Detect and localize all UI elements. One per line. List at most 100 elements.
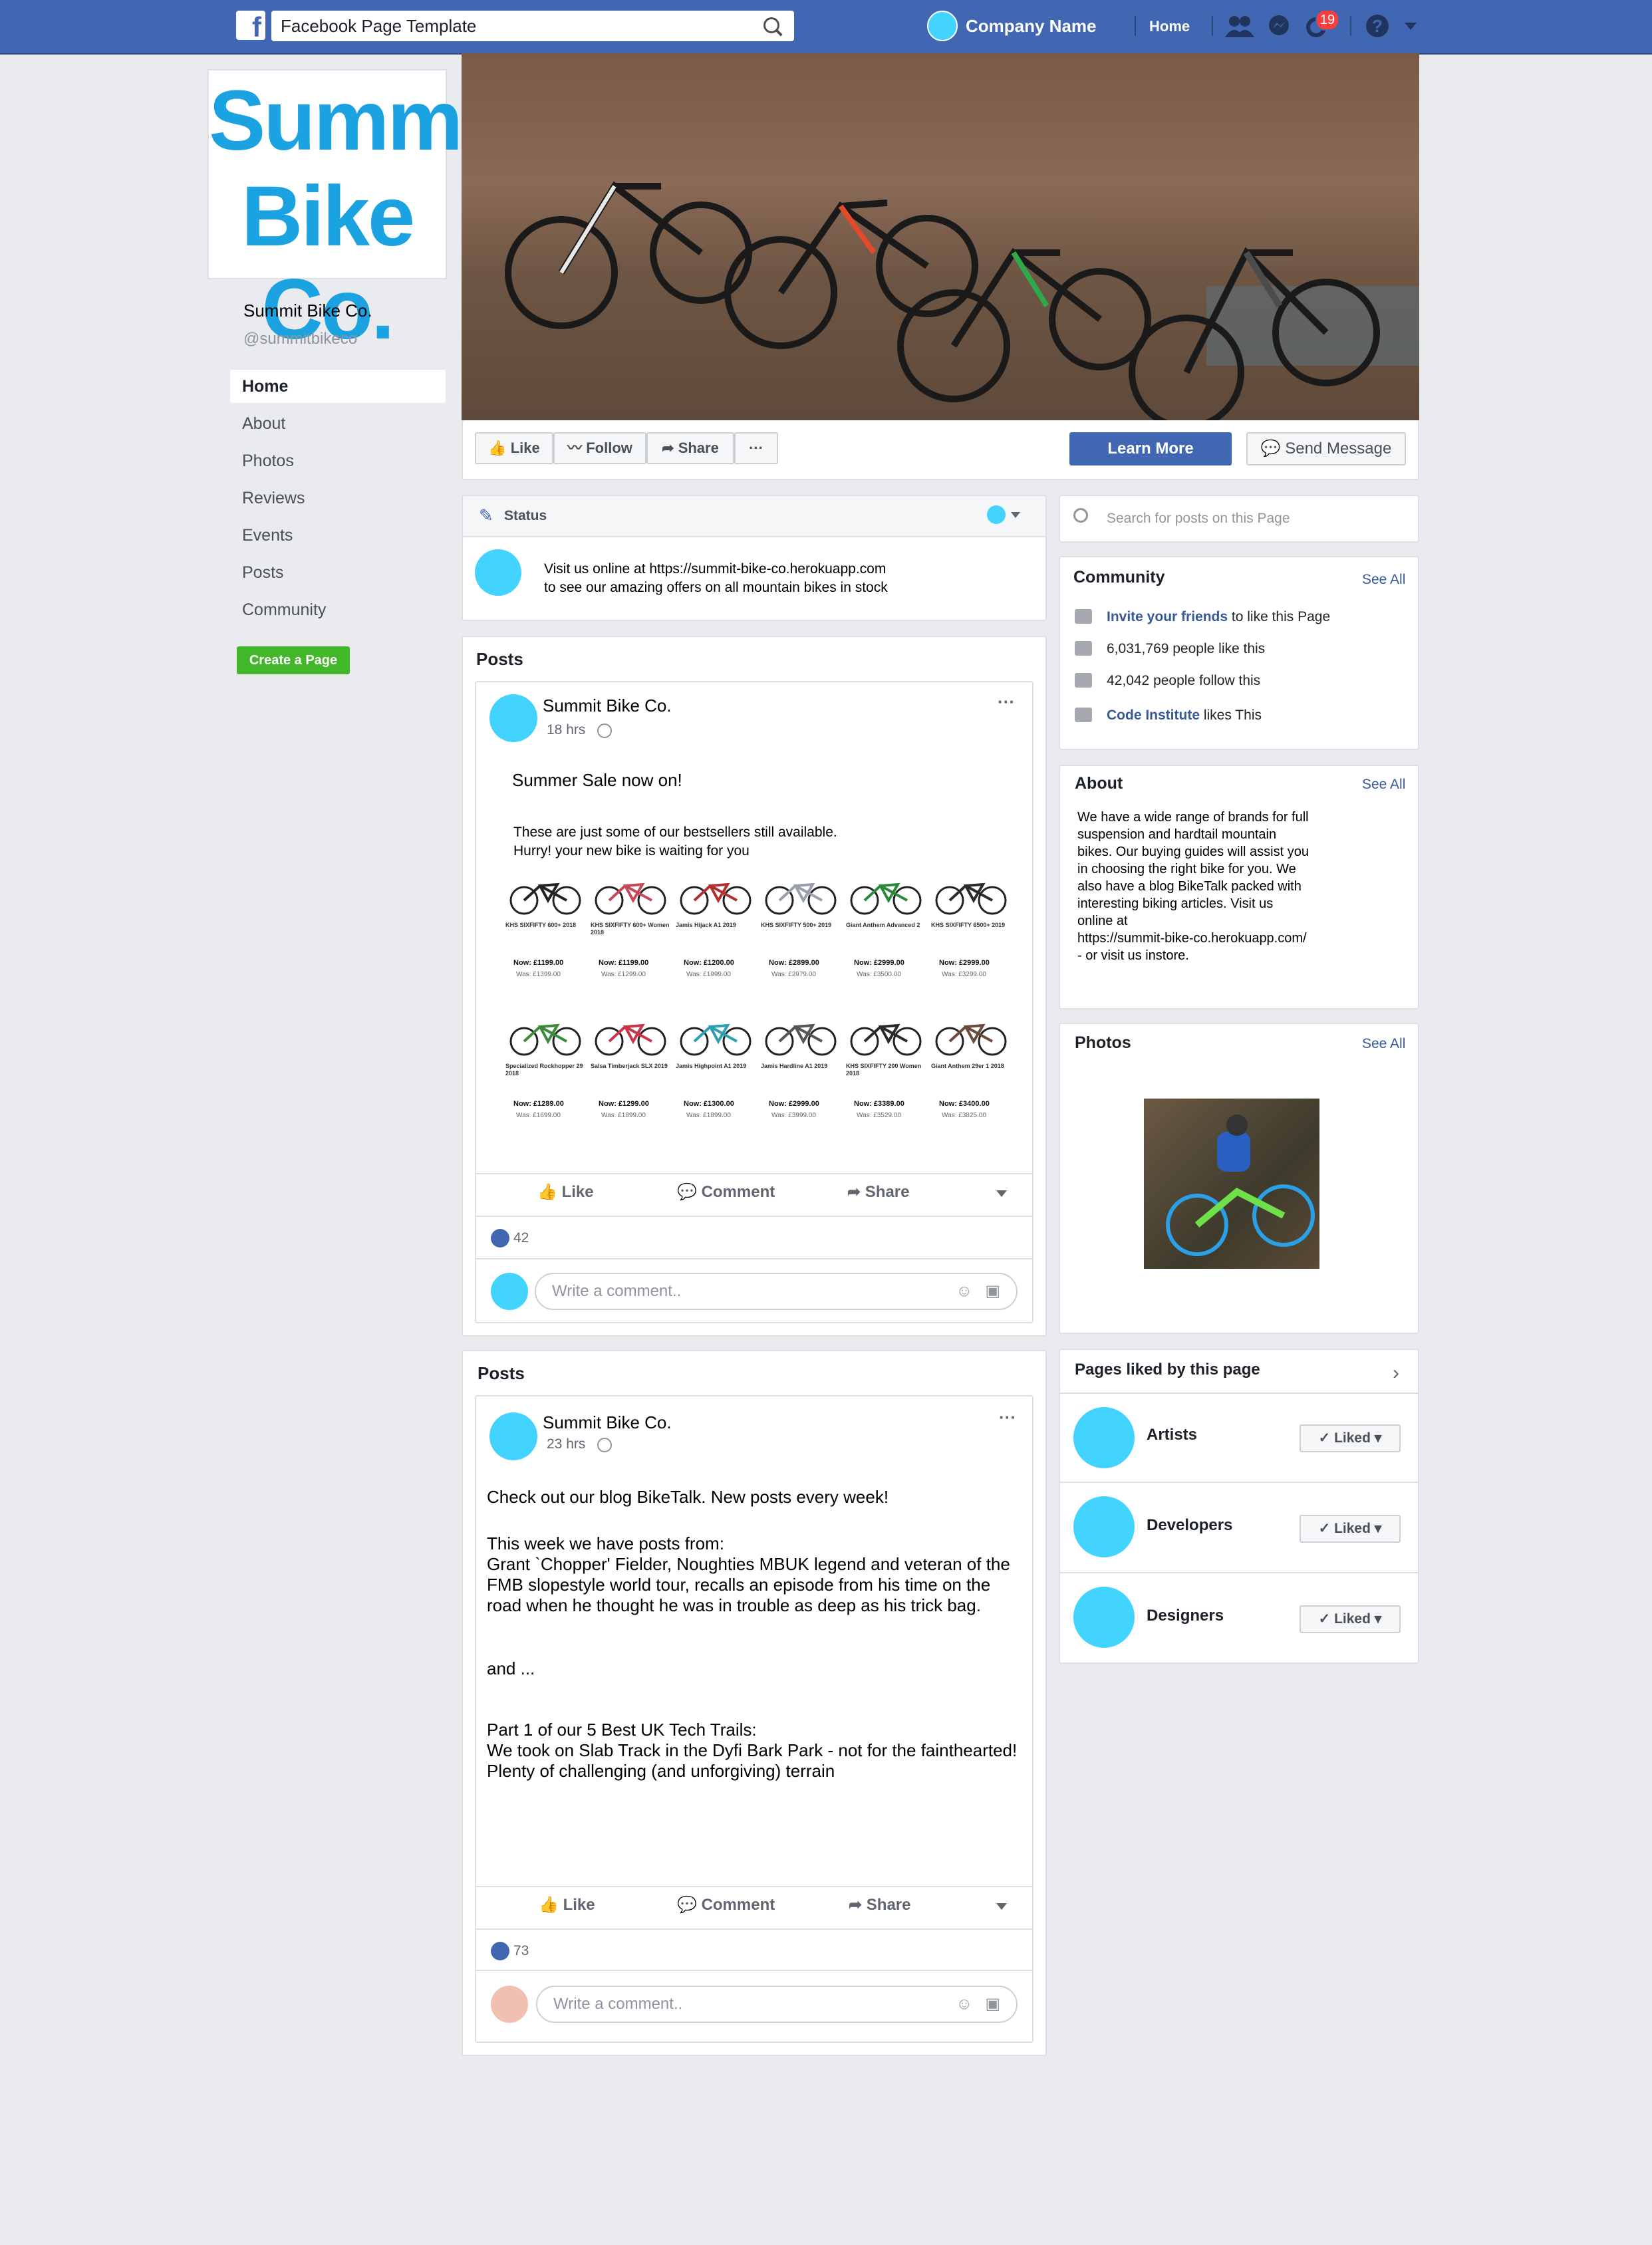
sticker-icon[interactable]: ▣ [985,1274,1000,1309]
emoji-icon[interactable]: ☺ [956,1274,972,1309]
product-tile[interactable]: KHS SIXFIFTY 6500+ 2019 Now: £2999.00 Was:… [931,874,1011,997]
post-likes-count[interactable]: 42 [513,1230,529,1246]
product-tile[interactable]: Jamis Hijack A1 2019 Now: £1200.00 Was: £1… [676,874,756,997]
post-line: Plenty of challenging (and unforgiving) … [487,1761,835,1781]
product-tile[interactable]: KHS SIXFIFTY 500+ 2019 Now: £2899.00 Was: … [761,874,841,997]
liked-button-designers[interactable]: ✓ Liked ▾ [1300,1605,1401,1633]
chevron-down-icon[interactable] [1011,512,1020,518]
post-likes-count[interactable]: 73 [513,1943,529,1959]
product-tile[interactable]: Jamis Highpoint A1 2019 Now: £1300.00 Was:… [676,1015,756,1138]
post-timestamp[interactable]: 18 hrs [547,722,585,738]
liked-button-developers[interactable]: ✓ Liked ▾ [1300,1515,1401,1543]
community-see-all-link[interactable]: See All [1362,572,1405,588]
photos-see-all-link[interactable]: See All [1362,1036,1405,1052]
more-options-button[interactable]: ··· [734,432,778,464]
sidebar-item-photos[interactable]: Photos [230,444,446,477]
company-name-link[interactable]: Company Name [966,16,1097,37]
like-page-label: Like [510,440,540,456]
like-reaction-icon[interactable] [491,1229,509,1248]
company-avatar[interactable] [927,11,958,41]
post-like-button[interactable]: 👍 Like [539,1895,595,1915]
code-institute-link[interactable]: Code Institute [1107,708,1200,723]
product-now-price: Now: £2899.00 [769,959,819,967]
post-author-avatar[interactable] [489,694,537,742]
create-page-button[interactable]: Create a Page [237,646,350,674]
liked-page-name-developers[interactable]: Developers [1147,1516,1232,1535]
notifications-badge: 19 [1315,9,1339,31]
cover-photo[interactable] [462,53,1419,420]
comment-input[interactable]: Write a comment.. ☺ ▣ [535,1273,1018,1310]
sidebar-item-community[interactable]: Community [230,593,446,626]
page-likes-count[interactable]: 6,031,769 people like this [1107,641,1265,657]
learn-more-button[interactable]: Learn More [1069,432,1232,465]
photo-thumbnail[interactable] [1144,1099,1319,1269]
post-share-button[interactable]: ➦ Share [847,1182,909,1202]
product-tile[interactable]: Specialized Rockhopper 29 2018 Now: £1289… [505,1015,585,1138]
liked-page-avatar[interactable] [1073,1407,1135,1468]
divider [1135,16,1136,36]
product-now-price: Now: £1200.00 [684,959,734,967]
product-name: Jamis Highpoint A1 2019 [676,1063,747,1069]
post-author-name[interactable]: Summit Bike Co. [543,1412,672,1433]
post-comment-button[interactable]: 💬 Comment [677,1895,775,1915]
follow-page-button[interactable]: 〰 Follow [553,432,646,464]
share-page-button[interactable]: ➦ Share [646,432,734,464]
sidebar-item-posts[interactable]: Posts [230,556,446,589]
status-audience-avatar[interactable] [987,505,1006,524]
about-title: About [1075,774,1123,793]
liked-page-name-artists[interactable]: Artists [1147,1426,1197,1444]
product-tile[interactable]: Jamis Hardline A1 2019 Now: £2999.00 Was: … [761,1015,841,1138]
help-icon[interactable]: ? [1366,15,1389,37]
sidebar-item-events[interactable]: Events [230,519,446,552]
post-options-icon[interactable]: ··· [998,692,1015,712]
home-link[interactable]: Home [1149,18,1190,35]
sidebar-item-about[interactable]: About [230,407,446,440]
like-reaction-icon[interactable] [491,1942,509,1960]
post-options-icon[interactable]: ··· [999,1407,1016,1428]
like-page-button[interactable]: 👍 Like [475,432,553,464]
liked-page-avatar[interactable] [1073,1496,1135,1557]
pencil-icon: ✎ [479,505,493,525]
emoji-icon[interactable]: ☺ [956,1987,972,2022]
status-text[interactable]: Visit us online at https://summit-bike-c… [544,560,888,597]
comment-input[interactable]: Write a comment.. ☺ ▣ [536,1986,1018,2023]
send-message-button[interactable]: 💬 Send Message [1246,432,1406,465]
chevron-down-icon[interactable] [996,1190,1007,1197]
friend-requests-icon[interactable] [1225,15,1254,37]
liked-page-name-designers[interactable]: Designers [1147,1607,1224,1625]
liked-label: Liked [1334,1430,1371,1446]
product-tile[interactable]: Salsa Timberjack SLX 2019 Now: £1299.00 Wa… [591,1015,670,1138]
product-tile[interactable]: KHS SIXFIFTY 600+ Women 2018 Now: £1199.0… [591,874,670,997]
page-follows-count[interactable]: 42,042 people follow this [1107,673,1260,689]
page-post-search[interactable]: Search for posts on this Page [1059,495,1419,543]
post-timestamp[interactable]: 23 hrs [547,1436,585,1452]
post-author-avatar[interactable] [489,1412,537,1460]
status-tab[interactable]: Status [504,508,547,524]
product-grid-image[interactable]: KHS SIXFIFTY 600+ 2018 Now: £1199.00 Was: … [505,874,1024,1153]
product-tile[interactable]: Giant Anthem 29er 1 2018 Now: £3400.00 Was… [931,1015,1011,1138]
chevron-right-icon[interactable]: › [1393,1362,1399,1385]
about-see-all-link[interactable]: See All [1362,777,1405,793]
chevron-down-icon[interactable] [996,1903,1007,1910]
product-tile[interactable]: KHS SIXFIFTY 600+ 2018 Now: £1199.00 Was: … [505,874,585,997]
liked-page-avatar[interactable] [1073,1587,1135,1648]
liked-button-artists[interactable]: ✓ Liked ▾ [1300,1424,1401,1452]
sidebar-item-home[interactable]: Home [230,370,446,403]
facebook-logo-icon[interactable]: f [236,11,265,40]
post-comment-button[interactable]: 💬 Comment [677,1182,775,1202]
comment-placeholder: Write a comment.. [552,1282,682,1300]
sticker-icon[interactable]: ▣ [985,1987,1000,2022]
post-like-button[interactable]: 👍 Like [537,1182,594,1202]
messenger-icon[interactable] [1268,15,1290,37]
post-author-name[interactable]: Summit Bike Co. [543,696,672,716]
invite-friends-link[interactable]: Invite your friends [1107,609,1228,624]
sidebar-item-reviews[interactable]: Reviews [230,481,446,515]
search-icon[interactable] [763,17,779,33]
product-tile[interactable]: Giant Anthem Advanced 2 Now: £2999.00 Was:… [846,874,926,997]
follow-page-label: Follow [586,440,632,456]
account-menu-caret-icon[interactable] [1405,23,1417,30]
post-share-button[interactable]: ➦ Share [849,1895,910,1915]
search-input[interactable]: Facebook Page Template [271,11,794,41]
page-logo[interactable]: Summit Bike Co. [207,69,511,356]
product-tile[interactable]: KHS SIXFIFTY 200 Women 2018 Now: £3389.00… [846,1015,926,1138]
